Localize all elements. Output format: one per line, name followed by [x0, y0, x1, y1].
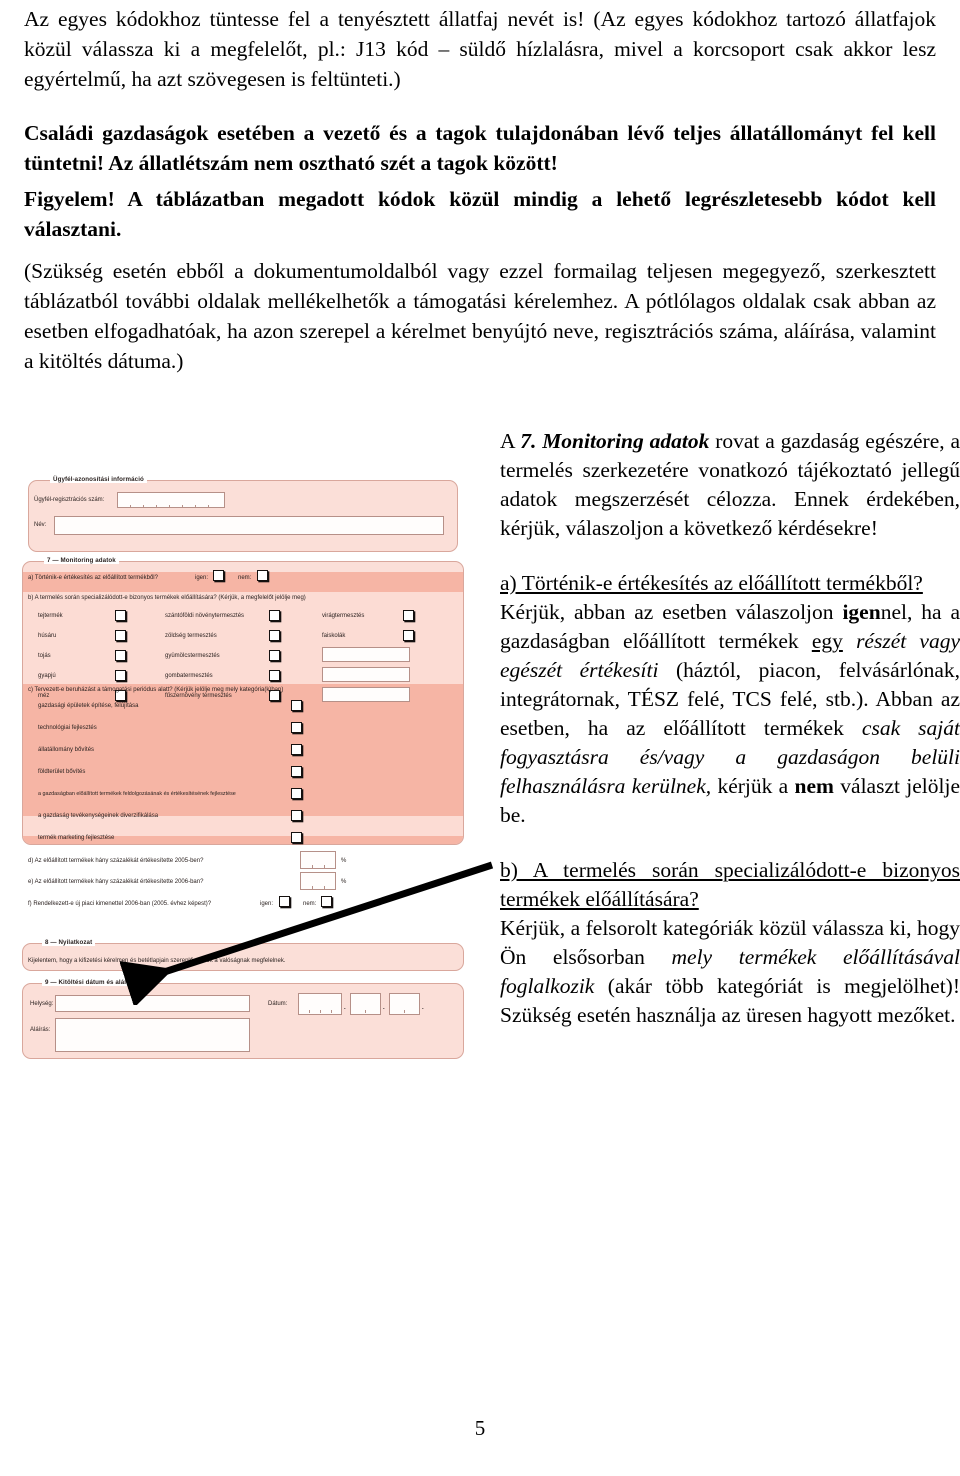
qa-text-1: Kérjük, abban az esetben válaszoljon [500, 600, 843, 624]
form-input-col3-blank-1[interactable] [322, 667, 410, 682]
form-checkbox-c-0[interactable] [291, 700, 302, 711]
form-checkbox-col2-1[interactable] [269, 630, 280, 641]
paragraph-intro: Az egyes kódokhoz tüntesse fel a tenyész… [24, 7, 936, 91]
form-legend-client-info: Ügyfél-azonosítási információ [50, 476, 147, 483]
form-option-col3-1: faiskolák [322, 633, 346, 639]
document-body: Az egyes kódokhoz tüntesse fel a tenyész… [24, 4, 936, 376]
form-option-c-3: földterület bővítés [38, 769, 86, 775]
form-label-a-no: nem: [238, 575, 252, 581]
form-label-a-yes: igen: [195, 575, 209, 581]
form-option-col1-1: húsáru [38, 633, 57, 639]
paragraph-extra-pages-note: (Szükség esetén ebből a dokumentumoldalb… [24, 259, 936, 373]
question-b-heading: b) A termelés során specializálódott-e b… [500, 858, 960, 911]
pointer-arrow [119, 845, 520, 1008]
form-option-col2-1: zöldség termesztés [165, 633, 217, 639]
form-option-c-4: a gazdaságban előállított termékek feldo… [38, 791, 236, 797]
form-date-sep-3: . [422, 1005, 424, 1011]
document-page: Az egyes kódokhoz tüntesse fel a tenyész… [0, 0, 960, 1476]
form-legend-declaration: 8 — Nyilatkozat [42, 939, 96, 946]
paragraph-attention-note: Figyelem! A táblázatban megadott kódok k… [24, 187, 936, 241]
question-a-heading: a) Történik-e értékesítés az előállított… [500, 571, 923, 595]
right-text-column: A 7. Monitoring adatok rovat a gazdaság … [500, 427, 960, 1030]
form-option-c-0: gazdasági épületek építése, felújítása [38, 703, 139, 709]
form-option-col2-4: fűszernövény termesztés [165, 693, 232, 699]
form-option-col1-3: gyapjú [38, 673, 56, 679]
form-checkbox-col2-3[interactable] [269, 670, 280, 681]
form-input-signature[interactable] [55, 1018, 250, 1052]
form-question-c-label: c) Tervezett-e beruházást a támogatási p… [28, 687, 284, 693]
paragraph-family-farms-note: Családi gazdaságok esetében a vezető és … [24, 121, 936, 175]
qa-bold-igen: igen [842, 600, 881, 624]
form-checkbox-col1-1[interactable] [115, 630, 126, 641]
page-number: 5 [474, 1416, 486, 1440]
qa-space [843, 629, 856, 653]
intro-lead: A [500, 429, 521, 453]
form-checkbox-col1-0[interactable] [115, 610, 126, 621]
form-option-c-5: a gazdaság tevékenységeinek diverzifikál… [38, 813, 159, 819]
form-checkbox-a-no[interactable] [257, 570, 268, 581]
form-option-col2-0: szántóföldi növénytermesztés [165, 613, 245, 619]
form-label-signature: Aláírás: [30, 1027, 51, 1033]
arrow-icon [119, 861, 494, 1008]
form-input-col3-blank-2[interactable] [322, 687, 410, 702]
monitoring-intro-paragraph: A 7. Monitoring adatok rovat a gazdaság … [500, 427, 960, 543]
form-checkbox-col1-3[interactable] [115, 670, 126, 681]
form-question-a-label: a) Történik-e értékesítés az előállított… [28, 575, 158, 581]
form-option-col1-4: méz [38, 693, 50, 699]
form-checkbox-c-4[interactable] [291, 788, 302, 799]
form-input-col3-blank-0[interactable] [322, 647, 410, 662]
form-checkbox-c-1[interactable] [291, 722, 302, 733]
section-number: 7. [520, 429, 537, 453]
form-option-c-2: állatállomány bővítés [38, 747, 95, 753]
form-option-col1-2: tojás [38, 653, 51, 659]
question-a-body: Kérjük, abban az esetben válaszoljon ige… [500, 598, 960, 830]
qa-underline-egy: egy [811, 629, 843, 653]
form-checkbox-c-2[interactable] [291, 744, 302, 755]
form-checkbox-a-yes[interactable] [213, 570, 224, 581]
form-label-place: Helység: [30, 1001, 54, 1007]
form-option-col2-3: gombatermesztés [165, 673, 213, 679]
form-legend-monitoring: 7 — Monitoring adatok [44, 557, 119, 564]
form-label-name: Név: [34, 522, 47, 528]
form-question-b-label: b) A termelés során specializálódott-e b… [28, 595, 306, 601]
form-checkbox-col2-0[interactable] [269, 610, 280, 621]
form-option-col1-0: tejtermék [38, 613, 63, 619]
lower-section: A 7. Monitoring adatok rovat a gazdaság … [0, 425, 960, 1125]
form-option-col3-0: virágtermesztés [322, 613, 365, 619]
form-checkbox-c-5[interactable] [291, 810, 302, 821]
section-title: Monitoring adatok [542, 429, 710, 453]
form-date-sep-2: . [383, 1005, 385, 1011]
form-checkbox-c-3[interactable] [291, 766, 302, 777]
form-checkbox-col1-2[interactable] [115, 650, 126, 661]
form-checkbox-col2-2[interactable] [269, 650, 280, 661]
form-option-col2-2: gyümölcstermesztés [165, 653, 220, 659]
form-date-sep-1: . [344, 1005, 346, 1011]
form-checkbox-c-6[interactable] [291, 832, 302, 843]
form-input-name[interactable] [54, 516, 444, 535]
question-b-body: Kérjük, a felsorolt kategóriák közül vál… [500, 914, 960, 1030]
form-option-c-1: technológiai fejlesztés [38, 725, 97, 731]
form-option-c-6: termék marketing fejlesztése [38, 835, 115, 841]
form-label-registration-number: Ügyfél-regisztrációs szám: [34, 497, 105, 503]
qa-bold-nem: nem [794, 774, 834, 798]
form-checkbox-col3-0[interactable] [403, 610, 414, 621]
qa-text-4: kérjük a [711, 774, 795, 798]
form-checkbox-col3-1[interactable] [403, 630, 414, 641]
